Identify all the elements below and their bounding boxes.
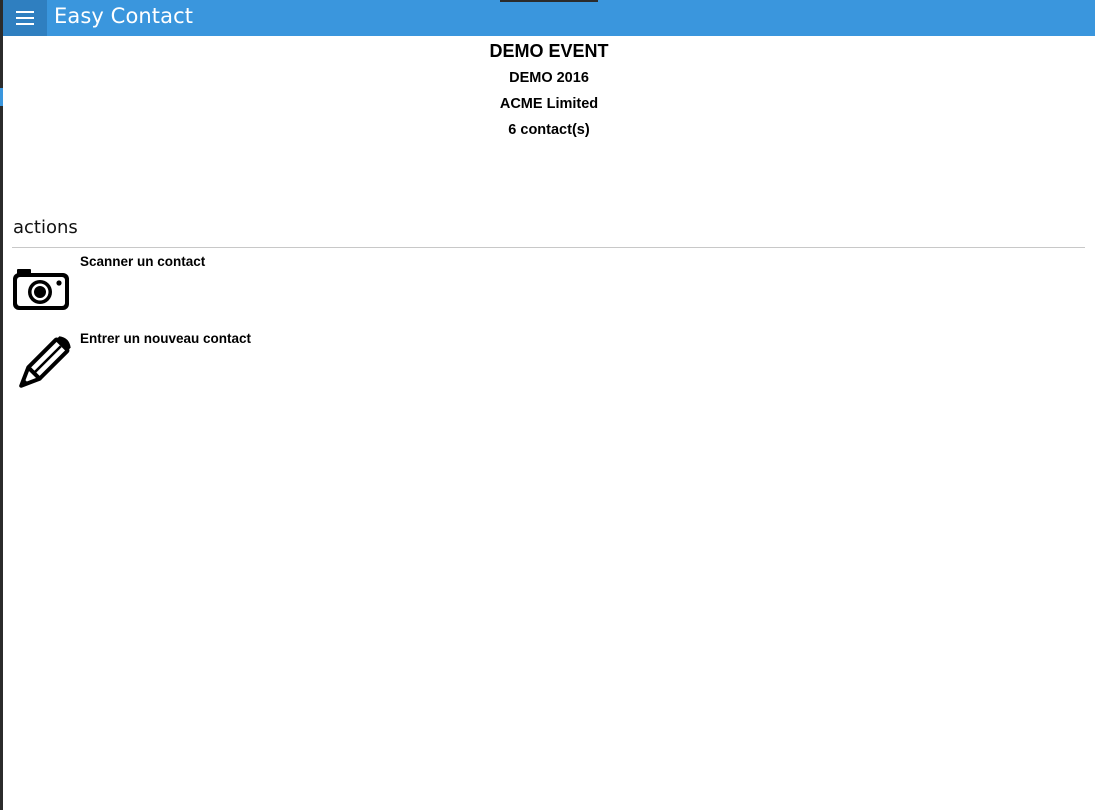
event-info: DEMO EVENT DEMO 2016 ACME Limited 6 cont… xyxy=(3,36,1095,143)
camera-icon xyxy=(10,253,72,315)
new-contact-action[interactable]: Entrer un nouveau contact xyxy=(10,330,410,400)
app-title: Easy Contact xyxy=(54,4,194,28)
actions-header: actions xyxy=(13,217,78,238)
event-company: ACME Limited xyxy=(499,96,599,112)
actions-divider xyxy=(12,247,1085,248)
hamburger-line xyxy=(16,11,34,13)
scan-contact-action[interactable]: Scanner un contact xyxy=(10,253,410,315)
hamburger-line xyxy=(16,17,34,19)
event-edition: DEMO 2016 xyxy=(509,70,589,86)
app-titlebar: Easy Contact xyxy=(3,0,1095,36)
app-window: Easy Contact DEMO EVENT DEMO 2016 ACME L… xyxy=(0,0,1095,810)
hamburger-menu-icon[interactable] xyxy=(3,0,47,36)
event-contact-count: 6 contact(s) xyxy=(508,122,590,138)
pencil-icon xyxy=(10,330,72,392)
scan-contact-label: Scanner un contact xyxy=(80,254,206,269)
new-contact-label: Entrer un nouveau contact xyxy=(80,331,252,346)
window-top-notch xyxy=(500,0,598,2)
event-name: DEMO EVENT xyxy=(489,41,609,61)
hamburger-line xyxy=(16,23,34,25)
